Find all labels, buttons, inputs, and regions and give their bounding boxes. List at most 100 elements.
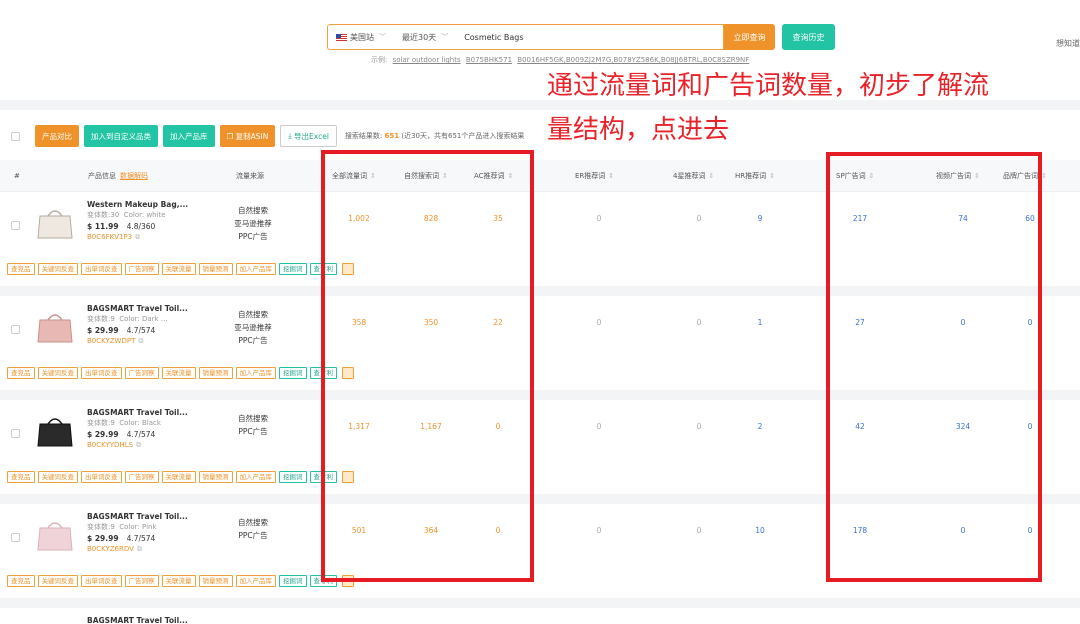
copy-asin-button[interactable]: ❐ 复制ASIN [219,125,276,147]
cell-hr[interactable]: 2 [740,422,780,431]
cell-er[interactable]: 0 [579,318,619,327]
cell-hr[interactable]: 1 [740,318,780,327]
select-all-checkbox[interactable] [11,131,20,141]
asin-text[interactable]: B0CKYZWDPT [87,337,135,345]
export-excel-button[interactable]: ⤓ 导出Excel [280,125,337,147]
action-tag[interactable]: 关联流量 [161,471,196,483]
product-asin[interactable]: B0CKYZWDPT ⧉ [87,336,227,347]
product-name[interactable]: BAGSMART Travel Toil... [87,511,227,522]
cell-er[interactable]: 0 [579,526,619,535]
action-tag[interactable]: 加入产品库 [235,367,276,379]
product-rating: 4.7/574 [126,534,156,543]
action-tag[interactable]: 挖掘词 [279,471,307,483]
data-decode-link[interactable]: 数据解码 [120,172,148,180]
action-tag[interactable]: 出单词反查 [81,263,122,275]
variant-count: 变体数:30 [87,211,120,219]
highlight-box-traffic [321,150,534,582]
row-checkbox[interactable] [11,533,20,542]
cell-four-star[interactable]: 0 [679,214,719,223]
sort-icon[interactable]: ⇕ [608,172,614,180]
col-er[interactable]: ER推荐词 ⇕ [575,160,614,192]
cell-hr[interactable]: 10 [740,526,780,535]
action-tag[interactable]: 挖掘词 [279,575,307,587]
action-tag[interactable]: 加入产品库 [235,471,276,483]
product-asin[interactable]: B0CKYYDHLS ⧉ [87,440,227,451]
asin-text[interactable]: B0CKYYDHLS [87,441,133,449]
action-tag[interactable]: 广告洞察 [124,575,159,587]
cell-four-star[interactable]: 0 [679,526,719,535]
action-tag[interactable]: 关联流量 [161,263,196,275]
asin-text[interactable]: B0CKYZ6RDV [87,545,134,553]
action-tag[interactable]: 查竞品 [7,471,35,483]
action-tag[interactable]: 关键词反查 [37,263,78,275]
asin-text[interactable]: B0C6FKV1P3 [87,233,132,241]
action-tag[interactable]: 关键词反查 [37,575,78,587]
add-library-button[interactable]: 加入产品库 [163,125,215,147]
external-link-icon[interactable]: ⧉ [138,337,143,345]
action-tag[interactable]: 出单词反查 [81,471,122,483]
result-count-label: 搜索结果数: [344,132,383,140]
action-tag[interactable]: 关联流量 [161,575,196,587]
external-link-icon[interactable]: ⧉ [137,545,142,553]
action-tag[interactable]: 销量预测 [198,263,233,275]
action-tag[interactable]: 查竞品 [7,263,35,275]
product-thumbnail[interactable] [34,204,76,242]
product-thumbnail[interactable] [34,308,76,346]
cell-er[interactable]: 0 [579,214,619,223]
cell-er[interactable]: 0 [579,422,619,431]
product-thumbnail[interactable] [34,412,76,450]
external-link-icon[interactable]: ⧉ [136,441,141,449]
action-tag[interactable]: 广告洞察 [124,367,159,379]
example-link[interactable]: B075BHK571 [466,56,512,64]
sort-icon[interactable]: ⇕ [769,172,775,180]
cell-hr[interactable]: 9 [740,214,780,223]
action-tag[interactable]: 广告洞察 [124,471,159,483]
action-tag[interactable]: 挖掘词 [279,367,307,379]
product-name[interactable]: BAGSMART Travel Toil... [87,616,188,624]
product-thumbnail[interactable] [34,516,76,554]
query-button[interactable]: 立即查询 [724,24,775,50]
cell-four-star[interactable]: 0 [679,422,719,431]
action-tag[interactable]: 关键词反查 [37,471,78,483]
period-select[interactable]: 最近30天 ﹀ [394,25,456,49]
product-name[interactable]: Western Makeup Bag,... [87,199,227,210]
action-tag[interactable]: 关联流量 [161,367,196,379]
product-asin[interactable]: B0CKYZ6RDV ⧉ [87,544,227,555]
site-select[interactable]: 美国站 ﹀ [328,25,394,49]
row-separator [0,598,1080,608]
history-button[interactable]: 查询历史 [782,24,835,50]
product-name[interactable]: BAGSMART Travel Toil... [87,303,227,314]
action-tag[interactable]: 查竞品 [7,575,35,587]
action-tag[interactable]: 出单词反查 [81,367,122,379]
col-label: HR推荐词 [735,172,767,180]
action-tag[interactable]: 加入产品库 [235,575,276,587]
action-tag[interactable]: 销量预测 [198,367,233,379]
sort-icon[interactable]: ⇕ [708,172,714,180]
action-tag[interactable]: 销量预测 [198,575,233,587]
action-tag[interactable]: 关键词反查 [37,367,78,379]
add-custom-category-button[interactable]: 加入到自定义品类 [84,125,158,147]
row-checkbox[interactable] [11,325,20,334]
action-tag[interactable]: 加入产品库 [235,263,276,275]
col-four-star[interactable]: 4星推荐词 ⇕ [673,160,714,192]
action-tag[interactable]: 出单词反查 [81,575,122,587]
action-tag[interactable]: 广告洞察 [124,263,159,275]
action-tag[interactable]: 查竞品 [7,367,35,379]
product-asin[interactable]: B0C6FKV1P3 ⧉ [87,232,227,243]
example-link[interactable]: B0016HF5GK,B009ZJ2M7G,B078YZ586K,B08JJ68… [517,56,749,64]
action-tag[interactable]: 挖掘词 [279,263,307,275]
cell-four-star[interactable]: 0 [679,318,719,327]
search-input[interactable]: Cosmetic Bags [456,33,723,42]
product-name[interactable]: BAGSMART Travel Toil... [87,407,227,418]
row-checkbox[interactable] [11,221,20,230]
row-checkbox[interactable] [11,429,20,438]
compare-button[interactable]: 产品对比 [35,125,79,147]
example-link[interactable]: solar outdoor lights [393,56,461,64]
action-tag[interactable]: 销量预测 [198,471,233,483]
external-link-icon[interactable]: ⧉ [135,233,140,241]
product-info: BAGSMART Travel Toil... 变体数:9 Color: Dar… [87,303,227,347]
col-hr[interactable]: HR推荐词 ⇕ [735,160,775,192]
corner-link[interactable]: 想知道 [1056,38,1080,49]
product-info: Western Makeup Bag,... 变体数:30 Color: whi… [87,199,227,243]
variant-count: 变体数:9 [87,315,115,323]
